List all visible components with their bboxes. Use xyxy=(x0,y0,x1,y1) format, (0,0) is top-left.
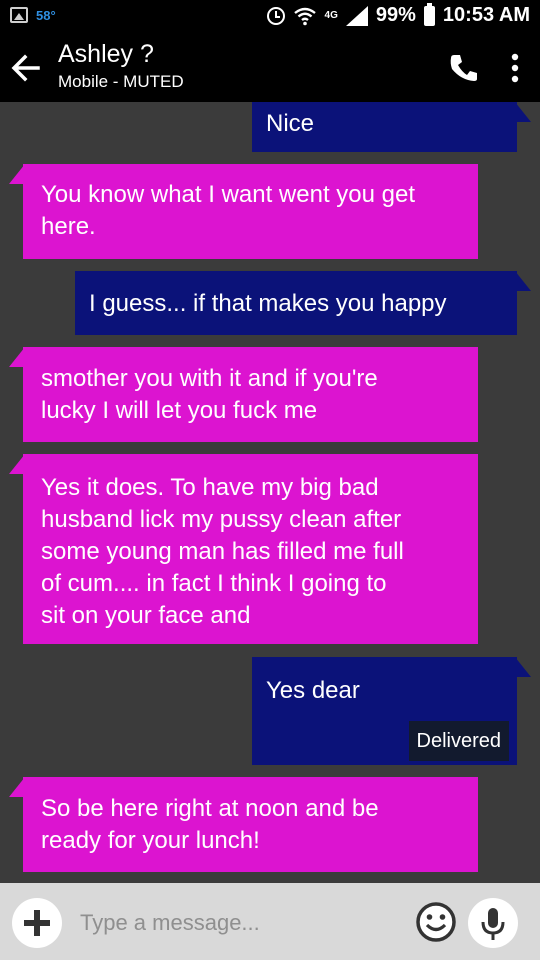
emoji-icon[interactable] xyxy=(414,900,458,944)
add-attachment-button[interactable] xyxy=(12,898,62,948)
message-text: Yes it does. To have my big bad xyxy=(41,474,379,501)
battery-icon xyxy=(423,2,435,26)
messaging-screen: 58° 4G 99% 10:53 AM Ashley ? Mobile - MU… xyxy=(0,0,540,960)
message-bubble-outgoing[interactable]: Nice xyxy=(252,102,531,152)
message-bubble-incoming[interactable]: So be here right at noon and be ready fo… xyxy=(9,777,478,872)
bubble-tail xyxy=(515,102,531,122)
message-list[interactable]: Nice You know what I want went you get h… xyxy=(0,102,540,883)
message-text: lucky I will let you fuck me xyxy=(41,397,318,424)
message-text: some young man has filled me full xyxy=(41,538,404,565)
message-text: Yes dear xyxy=(266,677,360,704)
message-bubble-incoming[interactable]: smother you with it and if you're lucky … xyxy=(9,347,478,442)
status-left: 58° xyxy=(10,7,56,23)
contact-name: Ashley ? xyxy=(58,40,154,68)
phone-call-icon[interactable] xyxy=(446,50,482,86)
message-text: smother you with it and if you're xyxy=(41,365,378,392)
temperature: 58° xyxy=(36,7,56,23)
image-icon xyxy=(10,7,28,23)
message-text: here. xyxy=(41,213,96,240)
signal-icon xyxy=(345,5,368,26)
delivered-status: Delivered xyxy=(408,721,509,761)
message-bubble-outgoing[interactable]: Yes dear Delivered xyxy=(252,657,531,765)
message-bubble-incoming[interactable]: Yes it does. To have my big bad husband … xyxy=(9,454,478,644)
compose-bar xyxy=(0,883,540,960)
network-type: 4G xyxy=(324,9,338,21)
wifi-icon xyxy=(293,7,316,25)
status-right: 4G 99% 10:53 AM xyxy=(266,2,530,27)
more-options-icon[interactable] xyxy=(502,50,528,86)
message-text: ready for your lunch! xyxy=(41,827,260,854)
message-bubble-outgoing[interactable]: I guess... if that makes you happy xyxy=(75,271,531,335)
bubble-tail xyxy=(9,164,25,184)
battery-percent: 99% xyxy=(375,4,416,26)
alarm-icon xyxy=(266,6,285,25)
message-bubble-incoming[interactable]: You know what I want went you get here. xyxy=(9,164,478,259)
message-text: I guess... if that makes you happy xyxy=(89,290,447,317)
message-text: Nice xyxy=(266,110,315,137)
bubble-tail xyxy=(515,271,531,291)
bubble-tail xyxy=(515,657,531,677)
message-text: husband lick my pussy clean after xyxy=(41,506,402,533)
voice-input-button[interactable] xyxy=(468,898,518,948)
back-arrow-icon[interactable] xyxy=(8,50,44,86)
message-text: So be here right at noon and be xyxy=(41,795,379,822)
microphone-icon xyxy=(481,908,505,940)
message-text: of cum.... in fact I think I going to xyxy=(41,570,387,597)
message-text: sit on your face and xyxy=(41,602,251,629)
message-input[interactable] xyxy=(80,907,400,939)
bubble-tail xyxy=(9,347,25,367)
status-bar: 58° 4G 99% 10:53 AM xyxy=(0,0,540,34)
bubble-tail xyxy=(9,454,25,474)
message-text: You know what I want went you get xyxy=(41,181,416,208)
contact-subtitle: Mobile - MUTED xyxy=(58,72,184,91)
conversation-header: Ashley ? Mobile - MUTED xyxy=(0,34,540,102)
clock: 10:53 AM xyxy=(442,4,530,26)
bubble-tail xyxy=(9,777,25,797)
